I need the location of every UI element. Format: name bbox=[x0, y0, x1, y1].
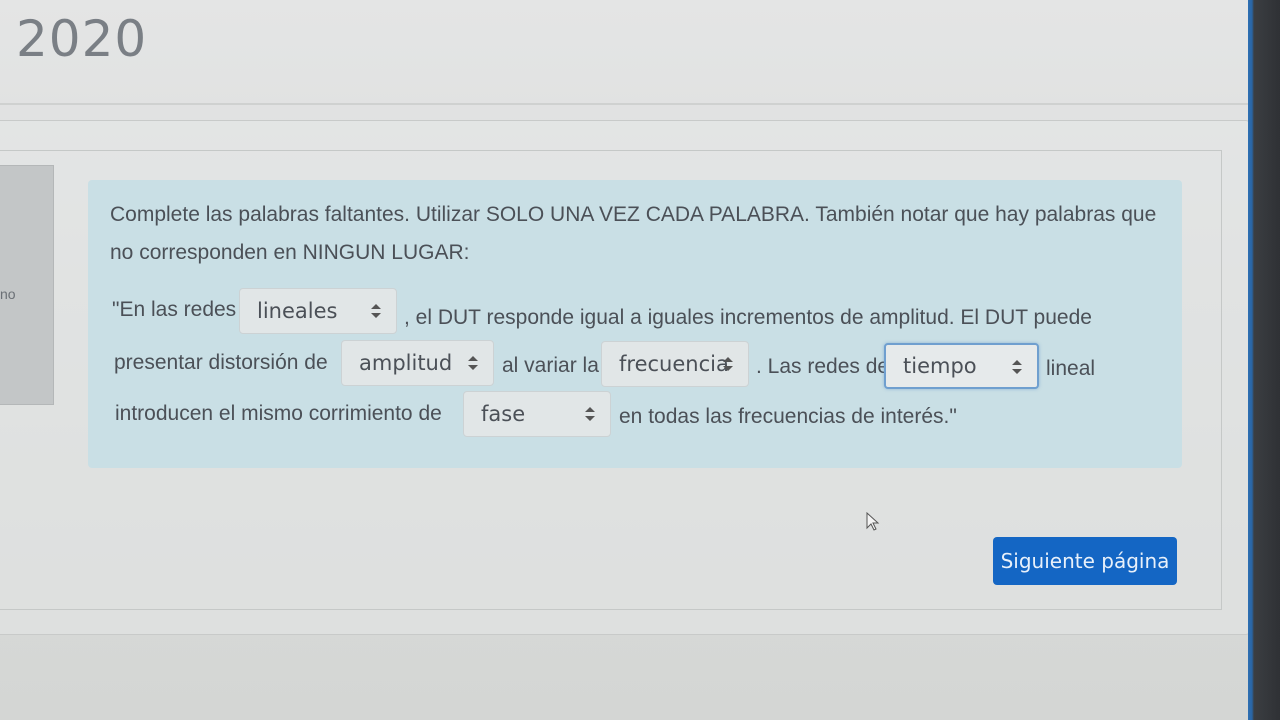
sentence-part-3: presentar distorsión de bbox=[114, 351, 328, 374]
page-title: 2020 bbox=[16, 10, 148, 68]
select-arrows-icon bbox=[723, 357, 733, 371]
question-info-text: no bbox=[0, 286, 16, 302]
select-gap-2-value: amplitud bbox=[359, 351, 453, 375]
question-info-panel bbox=[0, 165, 54, 405]
sentence-part-4: al variar la bbox=[502, 354, 599, 377]
question-instructions: Complete las palabras faltantes. Utiliza… bbox=[110, 203, 1157, 264]
select-gap-1[interactable]: lineales bbox=[239, 288, 397, 334]
monitor-bezel-edge bbox=[1248, 0, 1280, 720]
select-gap-4-value: tiempo bbox=[903, 354, 977, 378]
sentence-part-2: , el DUT responde igual a iguales increm… bbox=[404, 306, 1092, 329]
select-arrows-icon bbox=[1012, 360, 1022, 374]
select-arrows-icon bbox=[585, 407, 595, 421]
sentence-part-7: introducen el mismo corrimiento de bbox=[115, 402, 442, 425]
sentence-part-6: lineal bbox=[1046, 357, 1096, 380]
select-gap-1-value: lineales bbox=[257, 299, 338, 323]
header-divider bbox=[0, 103, 1250, 105]
select-gap-3-value: frecuencia bbox=[619, 352, 729, 376]
select-arrows-icon bbox=[371, 304, 381, 318]
select-gap-4[interactable]: tiempo bbox=[884, 343, 1039, 389]
mouse-pointer-icon bbox=[866, 512, 880, 531]
sentence-part-5: . Las redes de bbox=[756, 355, 890, 378]
select-arrows-icon bbox=[468, 356, 478, 370]
select-gap-5-value: fase bbox=[481, 402, 526, 426]
select-gap-5[interactable]: fase bbox=[463, 391, 611, 437]
sentence-part-8: en todas las frecuencias de interés." bbox=[619, 405, 957, 428]
next-page-button[interactable]: Siguiente página bbox=[993, 537, 1177, 585]
sentence-part-1: "En las redes bbox=[112, 298, 237, 321]
select-gap-3[interactable]: frecuencia bbox=[601, 341, 749, 387]
select-gap-2[interactable]: amplitud bbox=[341, 340, 494, 386]
